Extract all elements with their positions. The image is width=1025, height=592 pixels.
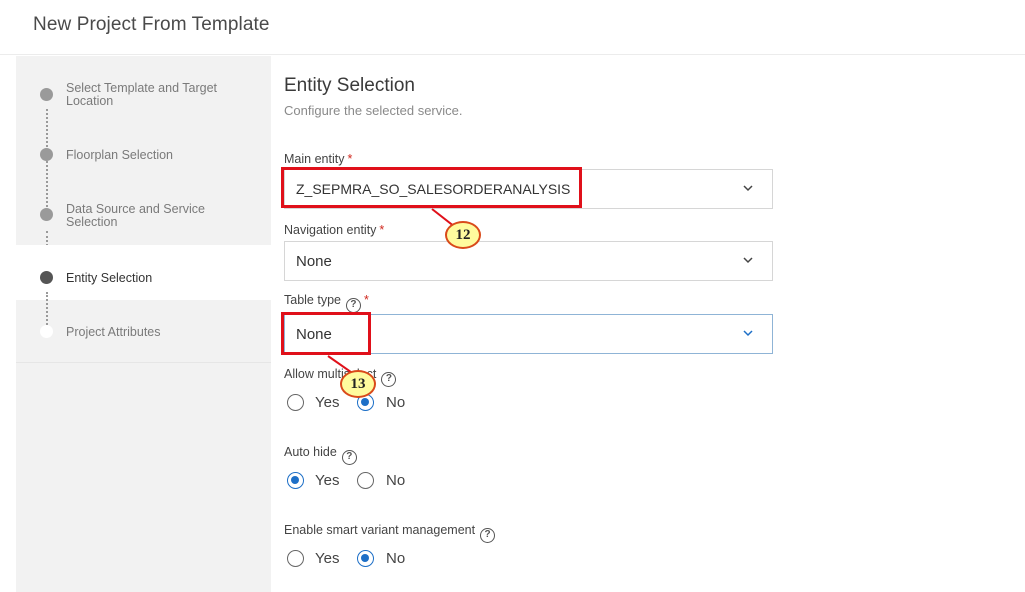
callout-badge: 13	[340, 370, 376, 398]
sidebar-filler	[16, 362, 271, 592]
smart-variant-label: Enable smart variant management?	[284, 523, 496, 543]
radio-label-no: No	[386, 472, 406, 489]
radio-label-no: No	[386, 394, 406, 411]
allow-multiselect-yes-radio[interactable]	[287, 394, 304, 411]
step-label: Entity Selection	[66, 271, 153, 285]
table-type-label: Table type? *	[284, 293, 369, 313]
navigation-entity-select[interactable]: None	[284, 241, 773, 281]
step-entity-selection[interactable]: Entity Selection	[16, 245, 271, 300]
dialog-title: New Project From Template	[33, 14, 270, 35]
smart-variant-radio-group: Yes No	[284, 550, 484, 570]
step-label: Project Attributes	[66, 325, 161, 339]
callout-highlight-table-type	[281, 312, 371, 355]
radio-label-yes: Yes	[315, 394, 340, 411]
auto-hide-radio-group: Yes No	[284, 472, 484, 492]
step-project-attributes[interactable]: Project Attributes	[16, 318, 271, 344]
step-label: Floorplan Selection	[66, 148, 174, 162]
auto-hide-no-radio[interactable]	[357, 472, 374, 489]
step-floorplan-selection[interactable]: Floorplan Selection	[16, 142, 271, 168]
question-circle-icon[interactable]: ?	[341, 450, 357, 465]
section-subtitle: Configure the selected service.	[284, 103, 463, 118]
navigation-entity-label: Navigation entity *	[284, 223, 385, 237]
question-circle-icon[interactable]: ?	[345, 298, 361, 313]
chevron-down-icon	[743, 185, 753, 192]
step-done-icon	[40, 88, 53, 101]
wizard-steps-sidebar: Select Template and Target Location Floo…	[16, 56, 271, 592]
main-entity-label: Main entity *	[284, 152, 353, 166]
step-pending-icon	[40, 325, 53, 338]
required-marker: *	[379, 223, 385, 237]
required-marker: *	[347, 152, 353, 166]
radio-label-yes: Yes	[315, 472, 340, 489]
step-data-source[interactable]: Data Source and Service Selection	[16, 198, 271, 238]
chevron-down-icon	[743, 330, 753, 337]
callout-highlight-main-entity	[281, 167, 582, 208]
step-done-icon	[40, 148, 53, 161]
required-marker: *	[363, 293, 369, 307]
question-circle-icon[interactable]: ?	[381, 372, 397, 387]
dialog-header: New Project From Template	[0, 0, 1025, 55]
step-label: Data Source and Service Selection	[66, 202, 205, 229]
chevron-down-icon	[743, 257, 753, 264]
smart-variant-yes-radio[interactable]	[287, 550, 304, 567]
radio-label-yes: Yes	[315, 550, 340, 567]
auto-hide-label: Auto hide?	[284, 445, 357, 465]
step-label: Select Template and Target Location	[66, 81, 218, 108]
smart-variant-no-radio[interactable]	[357, 550, 374, 567]
navigation-entity-value: None	[296, 253, 332, 270]
step-active-icon	[40, 271, 53, 284]
question-circle-icon[interactable]: ?	[480, 528, 496, 543]
step-select-template[interactable]: Select Template and Target Location	[16, 76, 271, 116]
step-done-icon	[40, 208, 53, 221]
radio-label-no: No	[386, 550, 406, 567]
section-title: Entity Selection	[284, 75, 415, 96]
entity-selection-form: Entity Selection Configure the selected …	[271, 56, 1025, 592]
callout-badge: 12	[445, 221, 481, 249]
allow-multiselect-radio-group: Yes No	[284, 394, 484, 414]
auto-hide-yes-radio[interactable]	[287, 472, 304, 489]
